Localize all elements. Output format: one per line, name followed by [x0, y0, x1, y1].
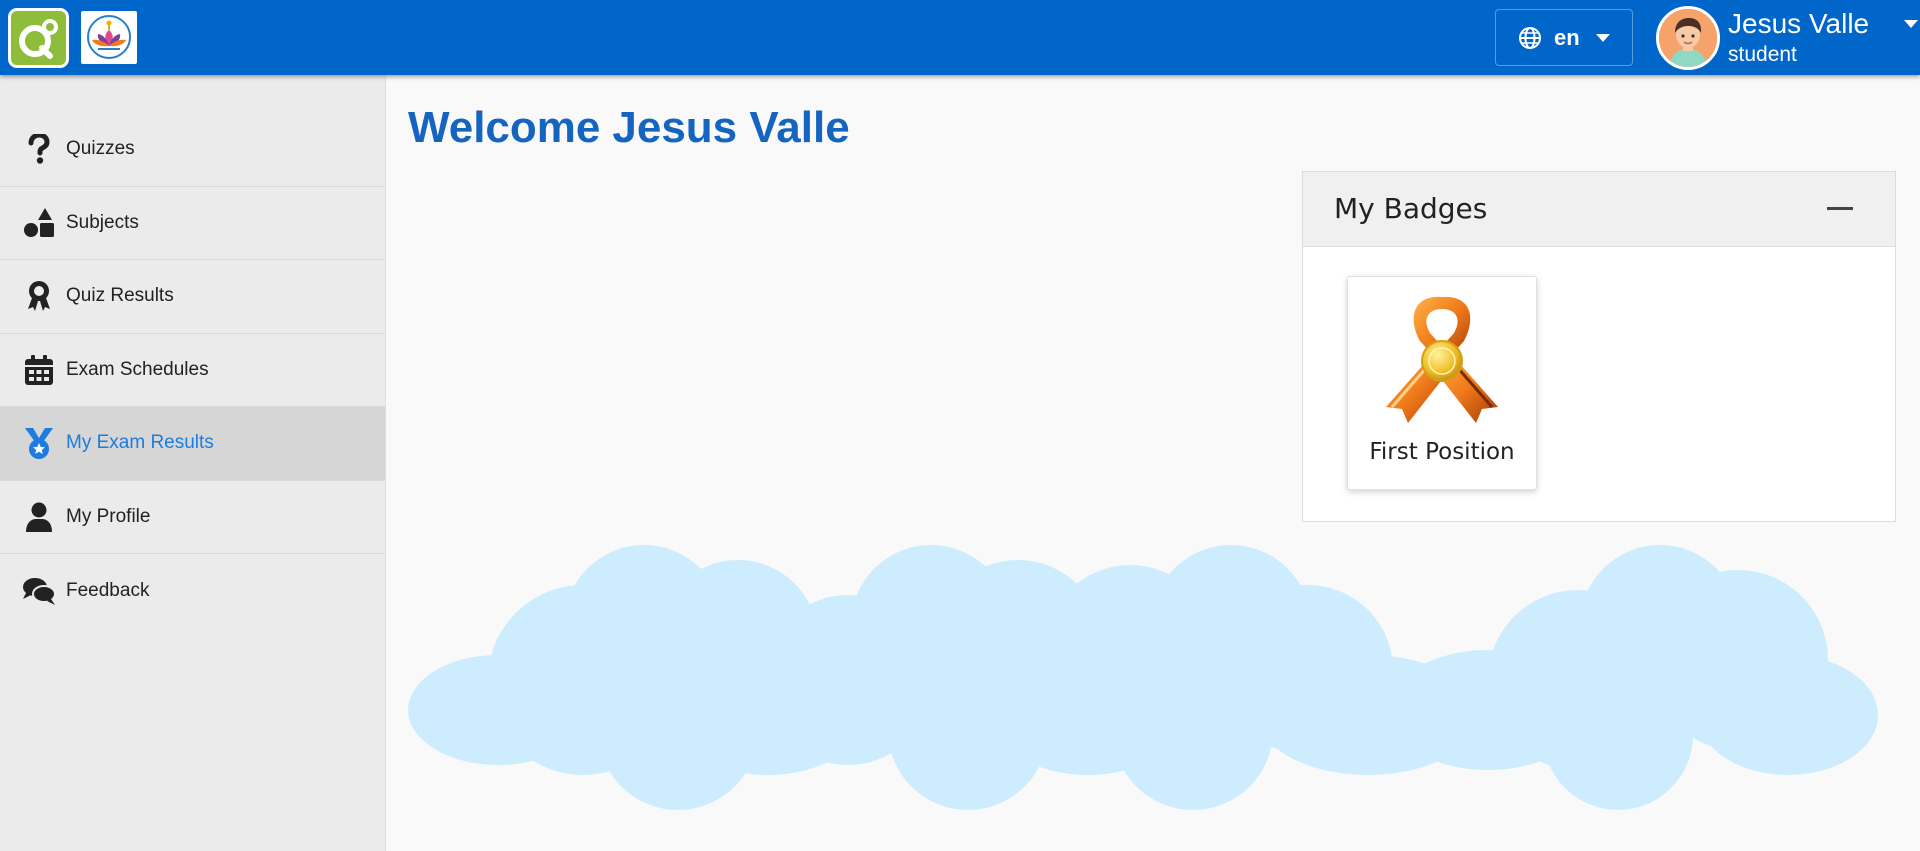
top-navbar: en Jesus Valle student [0, 0, 1920, 75]
page-title: Welcome Jesus Valle [408, 103, 862, 153]
calendar-icon [22, 353, 56, 387]
sidebar-item-label: Exam Schedules [66, 358, 209, 380]
sidebar-item-quiz-results[interactable]: Quiz Results [0, 260, 385, 334]
language-label: en [1554, 24, 1580, 50]
clouds-illustration [408, 545, 1878, 810]
sidebar-item-label: Quiz Results [66, 285, 174, 307]
sidebar-item-label: Feedback [66, 579, 150, 601]
welcome-user-name: Jesus Valle [612, 103, 850, 152]
chevron-down-icon [1595, 33, 1610, 42]
ribbon-medal-icon [1386, 296, 1498, 423]
user-name: Jesus Valle [1728, 8, 1870, 39]
sidebar-item-my-profile[interactable]: My Profile [0, 481, 385, 554]
badge-label: First Position [1369, 439, 1515, 465]
sidebar-item-subjects[interactable]: Subjects [0, 187, 385, 260]
sidebar-item-label: My Exam Results [66, 432, 214, 454]
language-selector[interactable]: en [1495, 9, 1633, 66]
badge-item[interactable]: First Position [1347, 276, 1537, 490]
comments-icon [22, 574, 56, 608]
sidebar-item-label: My Profile [66, 505, 151, 527]
award-icon [22, 279, 56, 313]
sidebar-item-my-exam-results[interactable]: My Exam Results [0, 407, 385, 481]
user-icon [22, 500, 56, 534]
medal-icon [22, 426, 56, 460]
avatar [1656, 6, 1720, 70]
app-logo[interactable] [8, 8, 69, 68]
sidebar-item-feedback[interactable]: Feedback [0, 554, 385, 628]
collapse-button[interactable] [1827, 207, 1853, 210]
my-badges-card: My Badges First Position [1302, 171, 1896, 522]
user-menu[interactable]: Jesus Valle student [1656, 4, 1918, 70]
avatar-icon [1659, 9, 1717, 67]
welcome-prefix: Welcome [408, 103, 601, 152]
user-role: student [1728, 43, 1797, 66]
sidebar-menu: Quizzes Subjects Quiz Results Exam Sched… [0, 113, 385, 628]
sidebar-item-quizzes[interactable]: Quizzes [0, 113, 385, 187]
sidebar-item-label: Subjects [66, 211, 139, 233]
badges-card-header: My Badges [1303, 172, 1895, 247]
chevron-down-icon [1904, 20, 1918, 28]
app-logo-icon [19, 19, 58, 59]
sidebar: Quizzes Subjects Quiz Results Exam Sched… [0, 75, 386, 851]
globe-icon [1519, 26, 1541, 49]
school-logo [81, 11, 137, 64]
sidebar-item-label: Quizzes [66, 138, 135, 160]
lotus-logo-icon [87, 15, 131, 59]
badges-title: My Badges [1334, 192, 1488, 225]
sidebar-item-exam-schedules[interactable]: Exam Schedules [0, 334, 385, 407]
question-icon [22, 132, 56, 166]
shapes-icon [22, 206, 56, 240]
